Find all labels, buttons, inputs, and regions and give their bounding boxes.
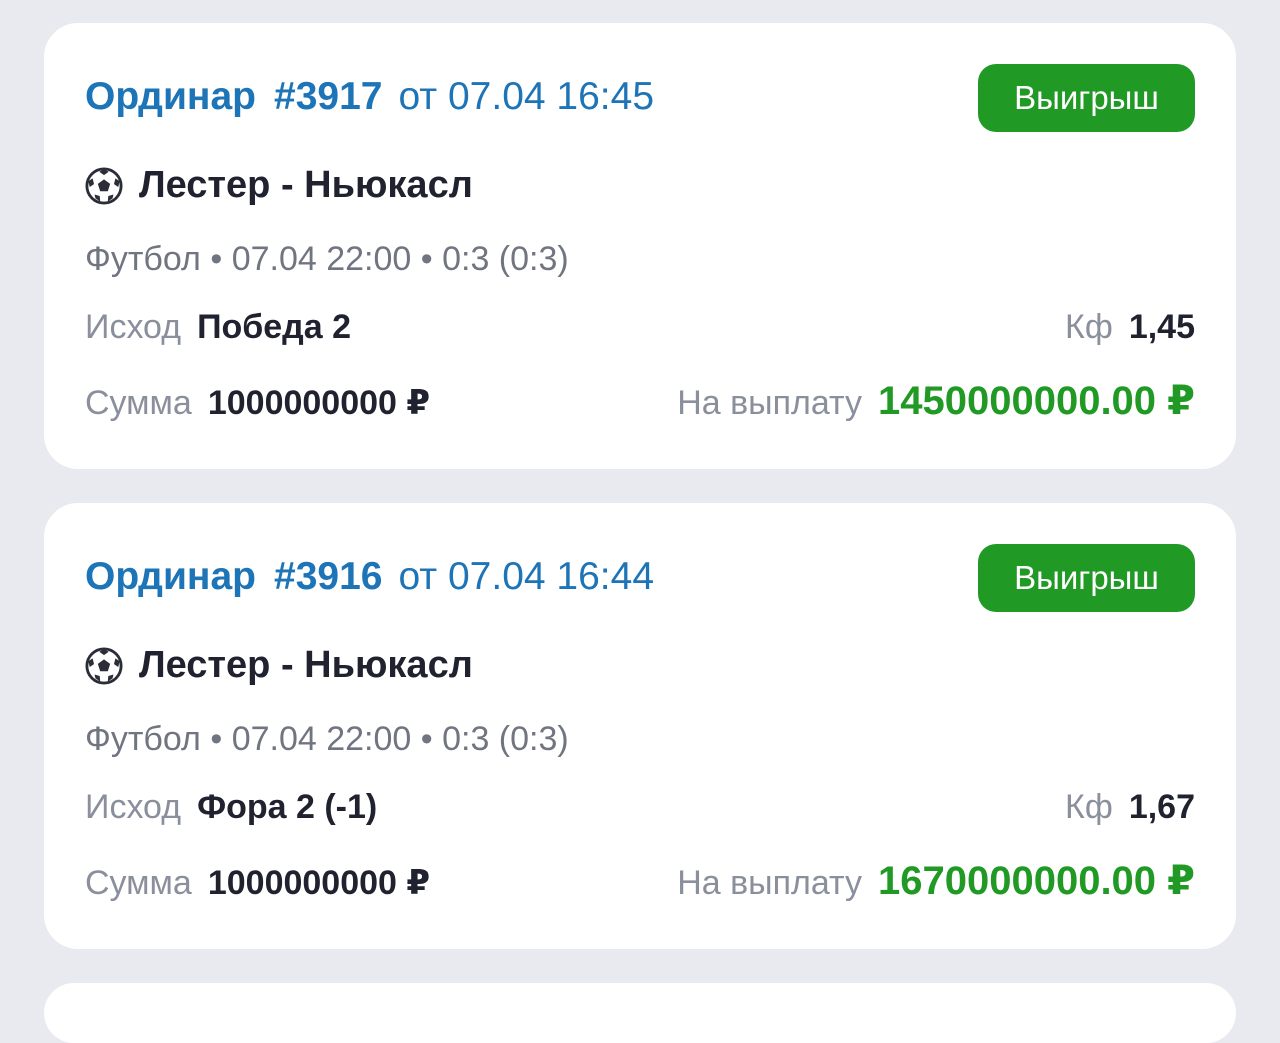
status-badge: Выигрыш: [978, 64, 1195, 132]
bet-card-partial[interactable]: [44, 983, 1236, 1043]
coef-label: Кф: [1065, 788, 1113, 826]
match-name: Лестер - Ньюкасл: [139, 644, 473, 686]
match-meta: Футбол • 07.04 22:00 • 0:3 (0:3): [85, 720, 569, 758]
bet-type: Ординар: [85, 75, 256, 118]
coef-value: 1,45: [1128, 308, 1195, 346]
outcome-value: Победа 2: [197, 308, 352, 346]
sum-value: 1000000000 ₽: [207, 384, 431, 422]
sum-label: Сумма: [85, 384, 192, 422]
payout-value: 1670000000.00 ₽: [877, 859, 1195, 903]
outcome-label: Исход: [85, 788, 182, 826]
bet-number: #3916: [274, 555, 383, 598]
coef-value: 1,67: [1128, 788, 1195, 826]
match-title: Лестер - Ньюкасл: [85, 164, 473, 207]
bet-card[interactable]: Ординар #3917 от 07.04 16:45 Выигрыш Лесте…: [44, 23, 1236, 469]
payout-value: 1450000000.00 ₽: [877, 379, 1195, 423]
bet-header: Ординар #3917 от 07.04 16:45: [85, 75, 654, 119]
soccer-ball-icon: [85, 646, 123, 685]
sum-row: Сумма 1000000000 ₽ На выплату 1450000000.0…: [85, 378, 1195, 424]
outcome-row: Исход Фора 2 (-1) Кф 1,67: [85, 788, 1195, 827]
bet-header: Ординар #3916 от 07.04 16:44: [85, 555, 654, 599]
bet-card[interactable]: Ординар #3916 от 07.04 16:44 Выигрыш Лесте…: [44, 503, 1236, 949]
match-meta: Футбол • 07.04 22:00 • 0:3 (0:3): [85, 240, 569, 278]
bet-number: #3917: [274, 75, 383, 118]
bet-date: от 07.04 16:45: [398, 75, 655, 118]
outcome-row: Исход Победа 2 Кф 1,45: [85, 308, 1195, 347]
outcome-value: Фора 2 (-1): [197, 788, 378, 826]
payout-label: На выплату: [677, 864, 862, 902]
outcome-label: Исход: [85, 308, 182, 346]
match-title: Лестер - Ньюкасл: [85, 644, 473, 687]
sum-row: Сумма 1000000000 ₽ На выплату 1670000000.0…: [85, 858, 1195, 904]
bet-type: Ординар: [85, 555, 256, 598]
sum-label: Сумма: [85, 864, 192, 902]
sum-value: 1000000000 ₽: [207, 864, 431, 902]
bet-date: от 07.04 16:44: [398, 555, 655, 598]
status-badge: Выигрыш: [978, 544, 1195, 612]
payout-label: На выплату: [677, 384, 862, 422]
match-name: Лестер - Ньюкасл: [139, 164, 473, 206]
soccer-ball-icon: [85, 166, 123, 205]
coef-label: Кф: [1065, 308, 1113, 346]
